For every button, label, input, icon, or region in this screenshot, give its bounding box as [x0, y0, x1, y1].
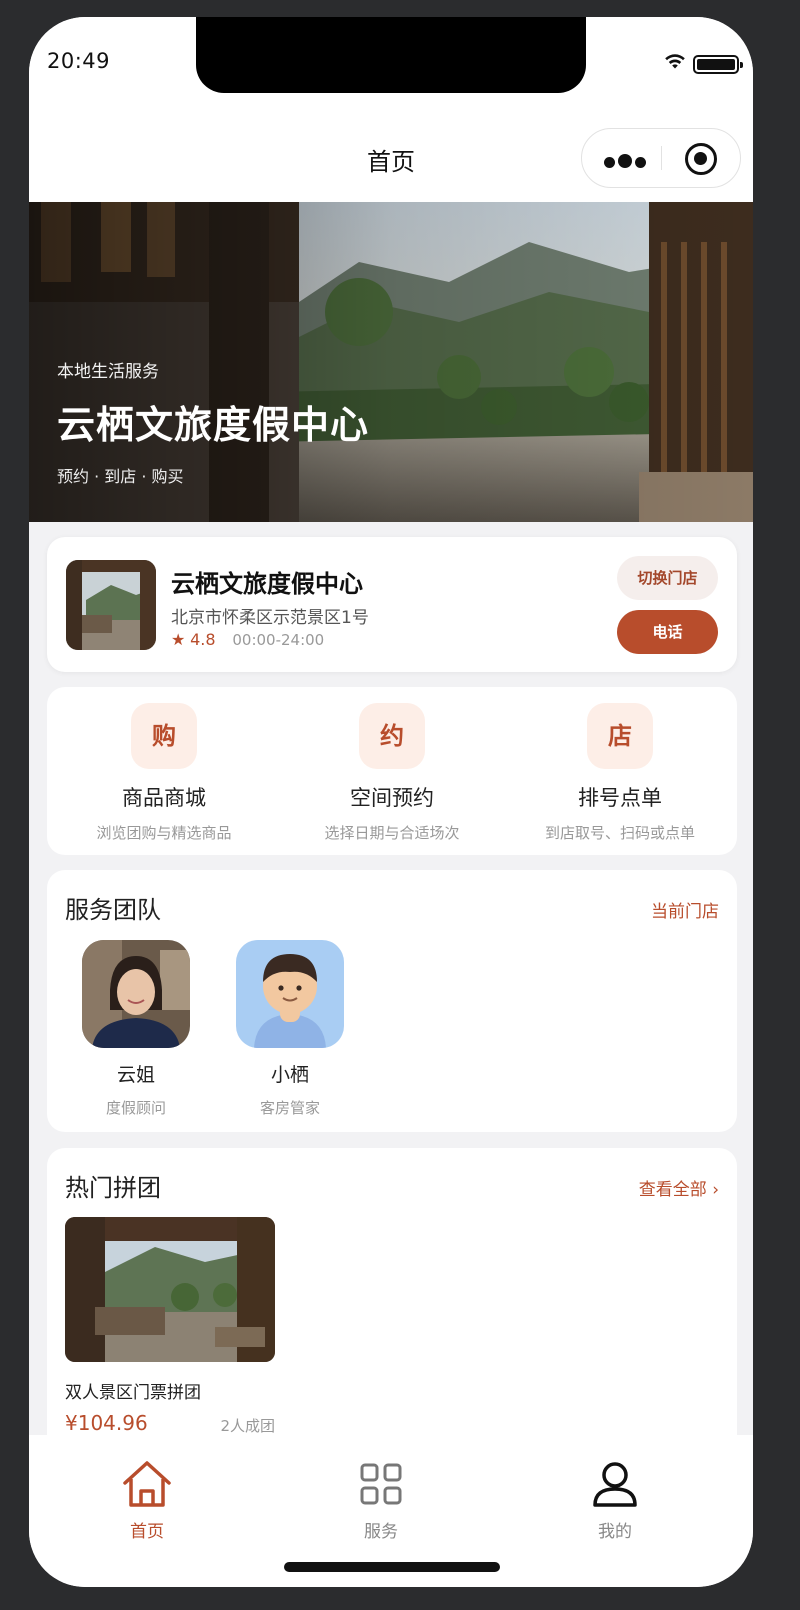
tab-profile[interactable]: 我的 — [555, 1459, 675, 1542]
team-member[interactable]: 小栖 客房管家 — [230, 940, 350, 1118]
deal-image — [65, 1217, 275, 1362]
team-member[interactable]: 云姐 度假顾问 — [76, 940, 196, 1118]
group-buy-card: 热门拼团 查看全部 › 双人景区门票拼团 ¥104.96 2人成团 — [47, 1148, 737, 1468]
function-grid: 购 商品商城 浏览团购与精选商品 约 空间预约 选择日期与合适场次 店 排号点单… — [47, 687, 737, 855]
status-time: 20:49 — [47, 49, 111, 73]
avatar — [236, 940, 344, 1048]
function-title: 商品商城 — [122, 786, 206, 810]
phone-frame: 20:49 首页 本地生活服务 云栖文旅度假中心 预约 · 到店 · 购买 云栖… — [29, 17, 753, 1587]
current-store-link[interactable]: 当前门店 — [651, 897, 719, 922]
store-icon: 店 — [587, 703, 653, 769]
view-all-link[interactable]: 查看全部 › — [639, 1175, 719, 1200]
user-icon — [593, 1462, 637, 1507]
tab-label: 我的 — [598, 1522, 632, 1542]
function-mall[interactable]: 购 商品商城 浏览团购与精选商品 — [49, 703, 279, 843]
function-desc: 浏览团购与精选商品 — [96, 824, 232, 842]
store-name: 云栖文旅度假中心 — [171, 570, 363, 598]
call-button[interactable]: 电话 — [617, 610, 718, 654]
deal-name: 双人景区门票拼团 — [65, 1383, 201, 1403]
deal-item[interactable]: 双人景区门票拼团 ¥104.96 2人成团 — [65, 1217, 275, 1437]
function-booking[interactable]: 约 空间预约 选择日期与合适场次 — [277, 703, 507, 843]
home-icon — [123, 1461, 171, 1507]
booking-icon: 约 — [359, 703, 425, 769]
section-title: 热门拼团 — [65, 1174, 161, 1202]
member-role: 客房管家 — [259, 1099, 320, 1117]
nav-bar: 首页 — [29, 97, 753, 202]
member-name: 云姐 — [116, 1064, 155, 1086]
store-card[interactable]: 云栖文旅度假中心 北京市怀柔区示范景区1号 ★ 4.8 00:00-24:00 … — [47, 537, 737, 672]
tab-services[interactable]: 服务 — [321, 1459, 441, 1542]
wifi-icon — [665, 54, 685, 69]
grid-icon — [360, 1463, 402, 1505]
battery-icon — [693, 55, 743, 74]
service-team-card: 服务团队 当前门店 云姐 度假顾问 小栖 客房管家 — [47, 870, 737, 1132]
store-rating: 4.8 — [190, 630, 216, 649]
close-target-icon[interactable] — [685, 143, 717, 175]
function-title: 排号点单 — [578, 786, 662, 810]
mall-icon: 购 — [131, 703, 197, 769]
function-desc: 到店取号、扫码或点单 — [544, 824, 695, 842]
deal-price: ¥104.96 — [65, 1411, 148, 1435]
store-thumbnail — [66, 560, 156, 650]
store-meta: ★ 4.8 00:00-24:00 — [171, 630, 324, 649]
hero-title: 云栖文旅度假中心 — [57, 403, 370, 447]
home-indicator — [284, 1562, 500, 1572]
tab-label: 首页 — [130, 1522, 164, 1542]
notch — [196, 17, 586, 93]
hero-tags: 预约 · 到店 · 购买 — [57, 467, 184, 486]
section-title: 服务团队 — [65, 896, 161, 924]
deal-group-size: 2人成团 — [220, 1417, 275, 1435]
switch-store-button[interactable]: 切换门店 — [617, 556, 718, 600]
star-icon: ★ — [171, 630, 186, 649]
avatar — [82, 940, 190, 1048]
hero-subtitle: 本地生活服务 — [57, 362, 159, 382]
tab-home[interactable]: 首页 — [87, 1459, 207, 1542]
function-title: 空间预约 — [350, 786, 434, 810]
store-address: 北京市怀柔区示范景区1号 — [171, 608, 369, 628]
function-desc: 选择日期与合适场次 — [324, 824, 460, 842]
tab-label: 服务 — [364, 1522, 398, 1542]
store-hours: 00:00-24:00 — [232, 631, 325, 649]
hero-banner: 本地生活服务 云栖文旅度假中心 预约 · 到店 · 购买 — [29, 202, 753, 522]
more-icon[interactable] — [604, 153, 649, 172]
member-role: 度假顾问 — [105, 1099, 166, 1117]
member-name: 小栖 — [270, 1064, 309, 1086]
miniprogram-capsule — [581, 128, 741, 188]
function-queue[interactable]: 店 排号点单 到店取号、扫码或点单 — [505, 703, 735, 843]
